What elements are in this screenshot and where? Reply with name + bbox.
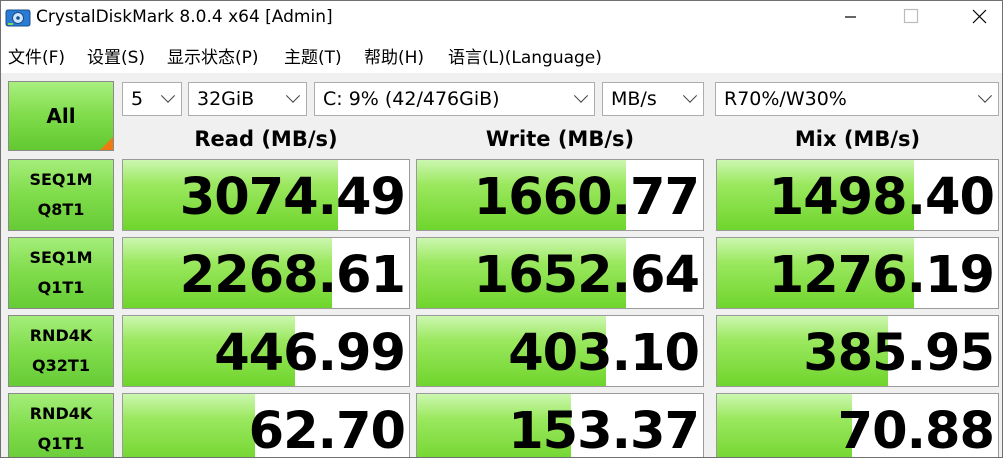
chevron-down-icon	[977, 88, 993, 103]
result-cell: 62.70	[122, 393, 410, 458]
read-value: 446.99	[214, 324, 406, 383]
menu-theme[interactable]: 主题(T)	[284, 43, 342, 68]
mix-value: 385.95	[803, 324, 995, 383]
title-bar[interactable]: CrystalDiskMark 8.0.4 x64 [Admin]	[1, 1, 1002, 35]
mix-ratio-select[interactable]: R70%/W30%	[715, 82, 999, 116]
chevron-down-icon	[682, 88, 698, 103]
test-name: SEQ1M	[29, 248, 93, 267]
test-size-select[interactable]: 32GiB	[188, 82, 307, 116]
unit-select[interactable]: MB/s	[602, 82, 704, 116]
result-cell: 385.95	[716, 315, 999, 387]
chevron-down-icon	[573, 88, 589, 103]
mix-value: 70.88	[837, 402, 995, 458]
write-value: 153.37	[508, 402, 700, 458]
app-window: CrystalDiskMark 8.0.4 x64 [Admin] 文件(F) …	[0, 0, 1003, 458]
close-button[interactable]	[941, 1, 999, 33]
minimize-button[interactable]	[821, 1, 879, 33]
mix-column-header: Mix (MB/s)	[794, 127, 921, 151]
result-cell: 1498.40	[716, 159, 999, 231]
all-button-label: All	[46, 104, 76, 128]
result-cell: 446.99	[122, 315, 410, 387]
result-cell: 70.88	[716, 393, 999, 458]
window-title: CrystalDiskMark 8.0.4 x64 [Admin]	[36, 7, 333, 27]
menu-bar: 文件(F) 设置(S) 显示状态(P) 主题(T) 帮助(H) 语言(L)(La…	[1, 37, 1002, 71]
test-count-select[interactable]: 5	[122, 82, 182, 116]
mix-value: 1498.40	[768, 168, 995, 227]
crystaldiskmark-app-icon	[5, 9, 31, 27]
result-cell: 153.37	[416, 393, 704, 458]
write-value: 1652.64	[473, 246, 700, 305]
result-bar	[123, 394, 255, 457]
test-name: SEQ1M	[29, 170, 93, 189]
drive-select[interactable]: C: 9% (42/476GiB)	[314, 82, 595, 116]
mix-ratio-value: R70%/W30%	[724, 88, 847, 110]
write-column-header: Write (MB/s)	[485, 127, 635, 151]
read-column-header: Read (MB/s)	[194, 127, 338, 151]
maximize-icon	[903, 8, 919, 24]
drive-value: C: 9% (42/476GiB)	[323, 88, 500, 110]
read-value: 2268.61	[179, 246, 406, 305]
menu-display-status[interactable]: 显示状态(P)	[167, 43, 259, 68]
test-size-value: 32GiB	[197, 88, 255, 110]
chevron-down-icon	[160, 88, 176, 103]
test-params: Q8T1	[37, 200, 85, 219]
result-cell: 3074.49	[122, 159, 410, 231]
read-value: 62.70	[248, 402, 406, 458]
write-value: 403.10	[508, 324, 700, 383]
corner-triangle-icon	[100, 137, 113, 150]
write-value: 1660.77	[473, 168, 700, 227]
rnd4k-q32t1-button[interactable]: RND4K Q32T1	[8, 315, 114, 387]
menu-settings[interactable]: 设置(S)	[87, 43, 145, 68]
all-button[interactable]: All	[8, 81, 114, 151]
minimize-icon	[845, 16, 856, 18]
mix-value: 1276.19	[768, 246, 995, 305]
test-name: RND4K	[29, 404, 93, 423]
result-bar	[717, 394, 852, 457]
test-count-value: 5	[131, 88, 144, 110]
seq1m-q8t1-button[interactable]: SEQ1M Q8T1	[8, 159, 114, 231]
seq1m-q1t1-button[interactable]: SEQ1M Q1T1	[8, 237, 114, 309]
unit-value: MB/s	[611, 88, 657, 110]
result-cell: 1276.19	[716, 237, 999, 309]
menu-language[interactable]: 语言(L)(Language)	[448, 43, 602, 68]
rnd4k-q1t1-button[interactable]: RND4K Q1T1	[8, 393, 114, 457]
maximize-button[interactable]	[881, 1, 939, 33]
menu-file[interactable]: 文件(F)	[8, 43, 65, 68]
close-icon	[972, 9, 987, 24]
test-params: Q1T1	[37, 278, 85, 297]
menu-help[interactable]: 帮助(H)	[364, 43, 424, 68]
test-params: Q1T1	[37, 434, 85, 453]
result-cell: 1652.64	[416, 237, 704, 309]
test-name: RND4K	[29, 326, 93, 345]
test-params: Q32T1	[32, 356, 90, 375]
chevron-down-icon	[285, 88, 301, 103]
result-cell: 2268.61	[122, 237, 410, 309]
result-cell: 1660.77	[416, 159, 704, 231]
result-cell: 403.10	[416, 315, 704, 387]
read-value: 3074.49	[179, 168, 406, 227]
